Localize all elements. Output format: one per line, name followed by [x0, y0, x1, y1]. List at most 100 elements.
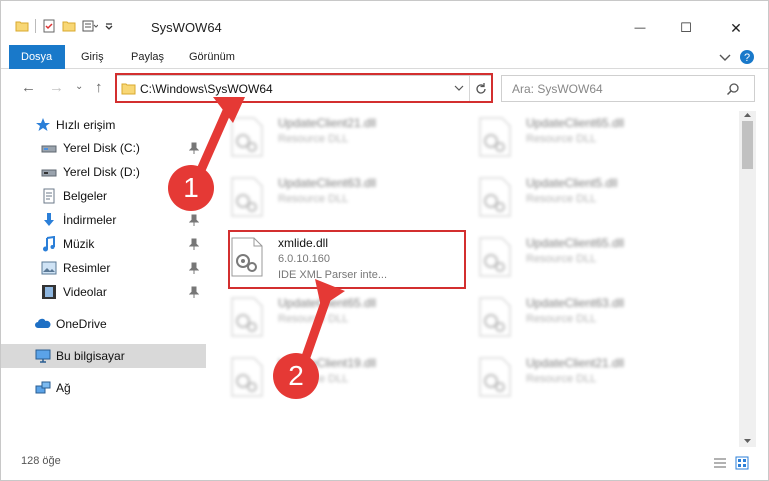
file-highlight-box [228, 230, 466, 289]
tab-gorunum[interactable]: Görünüm [181, 45, 243, 69]
dll-file-icon [479, 297, 511, 337]
sidebar-item-label: OneDrive [56, 317, 107, 331]
file-name: UpdateClient21.dll [526, 356, 625, 370]
tab-giris[interactable]: Giriş [73, 45, 112, 69]
sidebar-item-pictures[interactable]: Resimler [1, 257, 206, 279]
dll-file-icon [231, 297, 263, 337]
sidebar-item-local-disk-c[interactable]: Yerel Disk (C:) [1, 137, 206, 159]
item-count: 128 öğe [21, 455, 61, 467]
file-description: Resource DLL [278, 313, 349, 325]
file-item[interactable]: UpdateClient5.dll Resource DLL [466, 171, 706, 225]
pin-icon[interactable] [189, 262, 199, 274]
sidebar-item-downloads[interactable]: İndirmeler [1, 209, 206, 231]
address-highlight-box [115, 73, 493, 103]
sidebar-item-label: Yerel Disk (D:) [63, 165, 140, 179]
file-description: Resource DLL [278, 133, 349, 145]
file-item[interactable]: UpdateClient65.dll Resource DLL [466, 111, 706, 165]
sidebar-item-videos[interactable]: Videolar [1, 281, 206, 303]
expand-ribbon-icon[interactable] [717, 49, 733, 65]
sidebar-item-label: Ağ [56, 381, 71, 395]
pin-icon[interactable] [189, 214, 199, 226]
maximize-button[interactable]: ☐ [663, 13, 709, 43]
scroll-down-icon[interactable] [743, 437, 752, 445]
file-description: Resource DLL [526, 313, 597, 325]
pin-icon[interactable] [189, 286, 199, 298]
file-item[interactable]: UpdateClient65.dll Resource DLL [218, 291, 458, 345]
file-name: UpdateClient5.dll [526, 176, 618, 190]
sidebar-item-this-pc[interactable]: Bu bilgisayar [1, 344, 206, 368]
customize-toolbar-icon[interactable] [104, 19, 114, 33]
sidebar-item-label: İndirmeler [63, 213, 117, 227]
properties-icon[interactable] [42, 19, 56, 33]
file-name: UpdateClient63.dll [278, 176, 377, 190]
dll-file-icon [479, 357, 511, 397]
up-arrow-icon[interactable]: ↑ [95, 79, 103, 96]
new-folder-icon[interactable] [62, 19, 76, 33]
picture-icon [41, 261, 57, 275]
dll-file-icon [479, 177, 511, 217]
large-icons-view-icon[interactable] [735, 456, 749, 470]
dll-file-icon [479, 117, 511, 157]
folder-icon[interactable] [15, 19, 29, 33]
dll-file-icon [231, 177, 263, 217]
search-icon[interactable] [726, 82, 740, 96]
download-icon [44, 213, 54, 226]
step-badge-2: 2 [273, 353, 319, 399]
scrollbar-thumb[interactable] [742, 121, 753, 169]
file-description: Resource DLL [526, 133, 597, 145]
sidebar-item-label: Müzik [63, 237, 95, 251]
file-description: Resource DLL [278, 193, 349, 205]
view-options-icon[interactable] [82, 19, 98, 33]
file-name: UpdateClient65.dll [526, 116, 625, 130]
search-box[interactable]: Ara: SysWOW64 [501, 75, 755, 102]
star-icon [36, 118, 50, 131]
pin-icon[interactable] [189, 238, 199, 250]
cloud-icon [35, 318, 51, 328]
scroll-up-icon[interactable] [743, 111, 752, 119]
file-name: UpdateClient21.dll [278, 116, 377, 130]
file-description: Resource DLL [526, 253, 597, 265]
back-arrow-icon[interactable]: ← [21, 79, 36, 96]
file-item[interactable]: UpdateClient65.dll Resource DLL [466, 231, 706, 285]
dll-file-icon [231, 117, 263, 157]
sidebar-item-label: Resimler [63, 261, 111, 275]
ribbon-tabs: Dosya Giriş Paylaş Görünüm ? [1, 45, 768, 69]
title-bar: SysWOW64 — ☐ ✕ [1, 1, 768, 45]
recent-locations-icon[interactable]: ⌄ [75, 81, 83, 92]
search-input[interactable]: Ara: SysWOW64 [512, 82, 603, 96]
sidebar-item-music[interactable]: Müzik [1, 233, 206, 255]
status-bar: 128 öğe [1, 447, 768, 480]
minimize-button[interactable]: — [617, 13, 663, 43]
tab-paylas[interactable]: Paylaş [123, 45, 172, 69]
file-item[interactable]: UpdateClient21.dll Resource DLL [218, 111, 458, 165]
vertical-scrollbar[interactable] [739, 111, 756, 447]
drive-icon [41, 169, 57, 177]
file-item[interactable]: UpdateClient21.dll Resource DLL [466, 351, 706, 405]
help-icon[interactable]: ? [739, 49, 755, 65]
drive-icon [41, 145, 57, 153]
close-icon: ✕ [730, 19, 742, 36]
details-view-icon[interactable] [713, 457, 727, 469]
file-explorer-window: SysWOW64 — ☐ ✕ Dosya Giriş Paylaş Görünü… [0, 0, 769, 481]
maximize-icon: ☐ [680, 20, 692, 35]
file-item[interactable]: UpdateClient19.dll Resource DLL [218, 351, 458, 405]
music-icon [43, 236, 55, 252]
tab-dosya[interactable]: Dosya [9, 45, 65, 69]
window-title: SysWOW64 [151, 20, 222, 35]
sidebar-item-label: Yerel Disk (C:) [63, 141, 140, 155]
close-button[interactable]: ✕ [713, 13, 759, 43]
file-item[interactable]: UpdateClient63.dll Resource DLL [466, 291, 706, 345]
network-icon [35, 381, 51, 394]
sidebar-item-quick-access[interactable]: Hızlı erişim [1, 114, 206, 136]
sidebar-item-onedrive[interactable]: OneDrive [1, 313, 206, 335]
sidebar-item-network[interactable]: Ağ [1, 377, 206, 399]
file-name: UpdateClient63.dll [526, 296, 625, 310]
svg-text:?: ? [744, 52, 750, 64]
pin-icon[interactable] [189, 142, 199, 154]
step-badge-1: 1 [168, 165, 214, 211]
forward-arrow-icon[interactable]: → [49, 79, 64, 96]
file-description: Resource DLL [526, 373, 597, 385]
toolbar-separator [35, 19, 36, 33]
sidebar-item-label: Bu bilgisayar [56, 349, 125, 363]
file-item[interactable]: UpdateClient63.dll Resource DLL [218, 171, 458, 225]
